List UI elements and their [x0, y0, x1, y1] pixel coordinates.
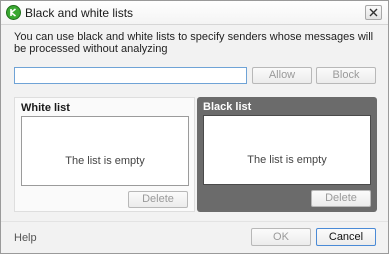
window-title: Black and white lists [25, 6, 134, 20]
black-white-lists-dialog: Black and white lists You can use black … [0, 0, 389, 254]
black-list-delete-button[interactable]: Delete [311, 190, 371, 207]
description-text: You can use black and white lists to spe… [14, 31, 374, 55]
black-list-panel: Black list The list is empty Delete [197, 97, 377, 212]
white-list-box[interactable]: The list is empty [21, 116, 189, 186]
white-list-title: White list [21, 102, 70, 114]
block-button[interactable]: Block [316, 67, 376, 84]
close-button[interactable] [365, 5, 382, 20]
black-list-title: Black list [203, 101, 252, 113]
white-list-panel: White list The list is empty Delete [14, 97, 195, 212]
white-list-delete-button[interactable]: Delete [128, 191, 188, 208]
white-list-empty-text: The list is empty [65, 155, 145, 167]
black-list-empty-text: The list is empty [247, 154, 327, 166]
help-link[interactable]: Help [14, 232, 37, 244]
close-icon [369, 8, 378, 17]
dialog-footer: Help OK Cancel [1, 221, 388, 253]
address-input[interactable] [14, 67, 247, 84]
ok-button[interactable]: OK [251, 228, 311, 246]
allow-button[interactable]: Allow [252, 67, 312, 84]
cancel-button[interactable]: Cancel [316, 228, 376, 246]
title-bar: Black and white lists [1, 1, 388, 25]
black-list-box[interactable]: The list is empty [203, 115, 371, 185]
kaspersky-k-icon [6, 5, 21, 20]
